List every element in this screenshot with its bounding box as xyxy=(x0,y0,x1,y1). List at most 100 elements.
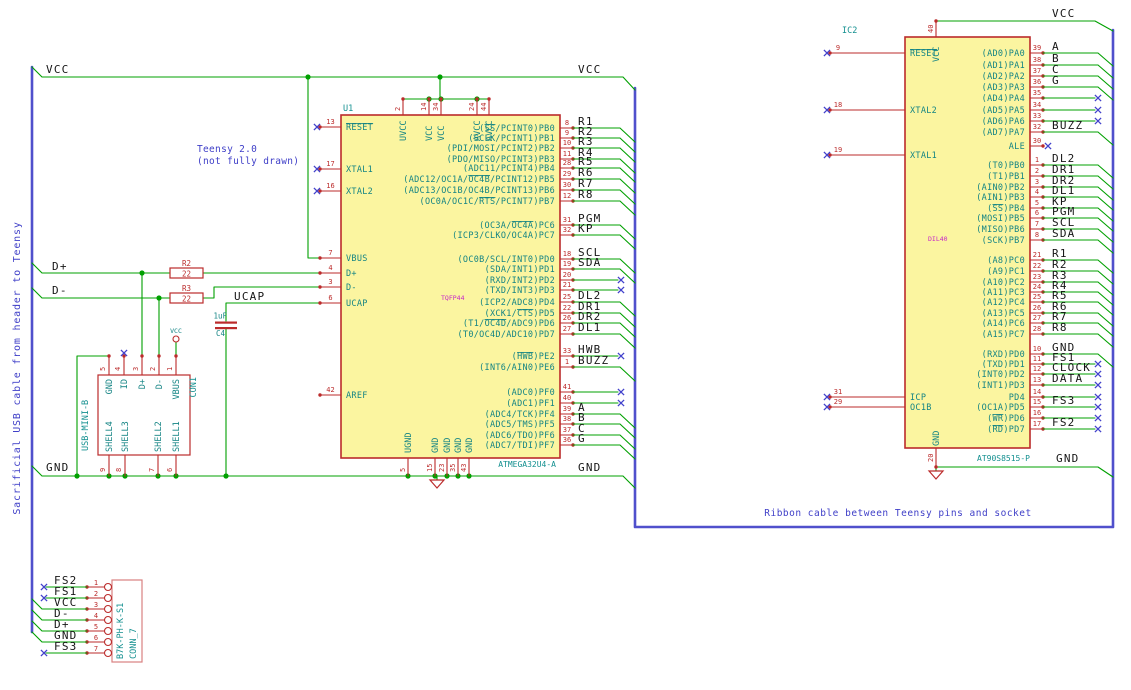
pin-number: 1 xyxy=(565,358,569,366)
resistor-ref: R3 xyxy=(182,284,191,293)
u1-value: ATMEGA32U4-A xyxy=(498,460,556,469)
pin-name: (AD5)PA5 xyxy=(982,106,1025,116)
pin-number: 44 xyxy=(480,103,488,111)
pin-number: 27 xyxy=(563,325,571,333)
pin-name: (OC0A/OC1C/RTS/PCINT7)PB7 xyxy=(420,197,555,207)
pin-number: 4 xyxy=(328,264,332,272)
net-label: BUZZ xyxy=(1052,119,1083,132)
pin-name: VBUS xyxy=(172,379,182,399)
pin-name: (RXD)PD0 xyxy=(982,350,1025,360)
pin-number: 17 xyxy=(1033,420,1041,428)
note-text: Teensy 2.0 xyxy=(197,144,257,155)
ic2-value: AT90S8515-P xyxy=(977,454,1030,463)
pin-number: 36 xyxy=(1033,78,1041,86)
pin-number: 5 xyxy=(399,468,407,472)
u1-footprint: TQFP44 xyxy=(441,294,465,302)
pin-name: (AD4)PA4 xyxy=(982,94,1025,104)
pin-name: SHELL2 xyxy=(154,421,164,452)
net-label: KP xyxy=(578,222,594,235)
pin-name: (AD6)PA6 xyxy=(982,117,1025,127)
junction-dot xyxy=(305,74,311,80)
junction-dot xyxy=(139,270,145,276)
note-text: (not fully drawn) xyxy=(197,156,299,167)
pin-number: 9 xyxy=(836,44,840,52)
pin-number: 23 xyxy=(438,464,446,472)
pin-number: 8 xyxy=(115,468,123,472)
pin-number: 6 xyxy=(94,634,98,642)
pin-name: GND xyxy=(454,438,464,453)
pin-number: 34 xyxy=(1033,101,1041,109)
junction-dot xyxy=(437,74,443,80)
pin-name: (A8)PC0 xyxy=(987,256,1025,266)
pin-number: 11 xyxy=(563,150,571,158)
pin-name: (OC0B/SCL/INT0)PD0 xyxy=(457,255,555,265)
junction-dot xyxy=(74,473,80,479)
connector-pad xyxy=(103,593,113,603)
pin-name: UVCC xyxy=(399,121,409,141)
pin-name: SHELL4 xyxy=(105,421,115,452)
pin-number: 8 xyxy=(1035,231,1039,239)
pin-number: 20 xyxy=(927,454,935,462)
pin-number: 14 xyxy=(420,103,428,111)
connector-pad xyxy=(103,604,113,614)
pin-name: (ADC5/TMS)PF5 xyxy=(485,420,555,430)
vcc-symbol-label: VCC xyxy=(170,327,182,335)
pin-number: 18 xyxy=(834,101,842,109)
pin-number: 6 xyxy=(166,468,174,472)
note-text: Sacrificial USB cable from header to Tee… xyxy=(12,221,23,514)
pin-number: 42 xyxy=(326,386,334,394)
net-label: VCC xyxy=(46,63,69,76)
pin-number: 27 xyxy=(1033,314,1041,322)
pin-name: AVCC xyxy=(473,121,483,141)
pin-name: (AD0)PA0 xyxy=(982,49,1025,59)
pin-name: (ADC12/OC1A/OC4B/PCINT12)PB5 xyxy=(403,175,555,185)
pin-name: (A15)PC7 xyxy=(982,330,1025,340)
pin-number: 16 xyxy=(326,182,334,190)
pin-end xyxy=(157,354,161,358)
pin-number: 23 xyxy=(1033,273,1041,281)
pin-number: 24 xyxy=(468,103,476,111)
connector-pad xyxy=(103,626,113,636)
resistor-ref: R2 xyxy=(182,259,191,268)
pin-number: 1 xyxy=(166,367,174,371)
pin-name: (HWB)PE2 xyxy=(512,352,555,362)
pin-name: (OC3A/OC4A)PC6 xyxy=(479,221,555,231)
pin-name: XTAL2 xyxy=(346,187,373,197)
pin-name: (T0/OC4D/ADC10)PD7 xyxy=(457,330,555,340)
pin-number: 4 xyxy=(1035,188,1039,196)
net-label: BUZZ xyxy=(578,354,609,367)
pin-number: 16 xyxy=(1033,409,1041,417)
pin-end xyxy=(107,354,111,358)
schematic-canvas: Teensy 2.0(not fully drawn) Sacrificial U… xyxy=(0,0,1131,690)
ic2-ref: IC2 xyxy=(842,26,857,36)
pin-number: 10 xyxy=(563,139,571,147)
pin-name: (ADC11/PCINT4)PB4 xyxy=(463,164,555,174)
pin-name: (A10)PC2 xyxy=(982,278,1025,288)
pin-number: 7 xyxy=(94,645,98,653)
pin-name: (T0)PB0 xyxy=(987,161,1025,171)
pin-number: 9 xyxy=(99,468,107,472)
pin-name: OC1B xyxy=(910,403,932,413)
pin-number: 6 xyxy=(1035,209,1039,217)
net-label: R8 xyxy=(578,188,594,201)
pin-number: 9 xyxy=(565,129,569,137)
net-label: FS3 xyxy=(54,640,77,653)
pin-name: (TXD/INT3)PD3 xyxy=(485,286,555,296)
pin-end xyxy=(934,465,938,469)
pin-number: 5 xyxy=(99,367,107,371)
pin-number: 33 xyxy=(563,347,571,355)
pin-number: 22 xyxy=(1033,262,1041,270)
connector-pad xyxy=(103,637,113,647)
pin-number: 20 xyxy=(563,271,571,279)
pin-number: 2 xyxy=(149,367,157,371)
pin-name: (RXD/INT2)PD2 xyxy=(485,276,555,286)
pin-end xyxy=(1041,144,1045,148)
net-label: D- xyxy=(52,284,68,297)
pin-name: GND xyxy=(932,431,942,446)
connector-pad xyxy=(103,615,113,625)
pin-number: 22 xyxy=(563,304,571,312)
net-label: G xyxy=(1052,74,1060,87)
pin-number: 39 xyxy=(563,405,571,413)
pin-number: 4 xyxy=(94,612,98,620)
net-label: SDA xyxy=(1052,227,1075,240)
